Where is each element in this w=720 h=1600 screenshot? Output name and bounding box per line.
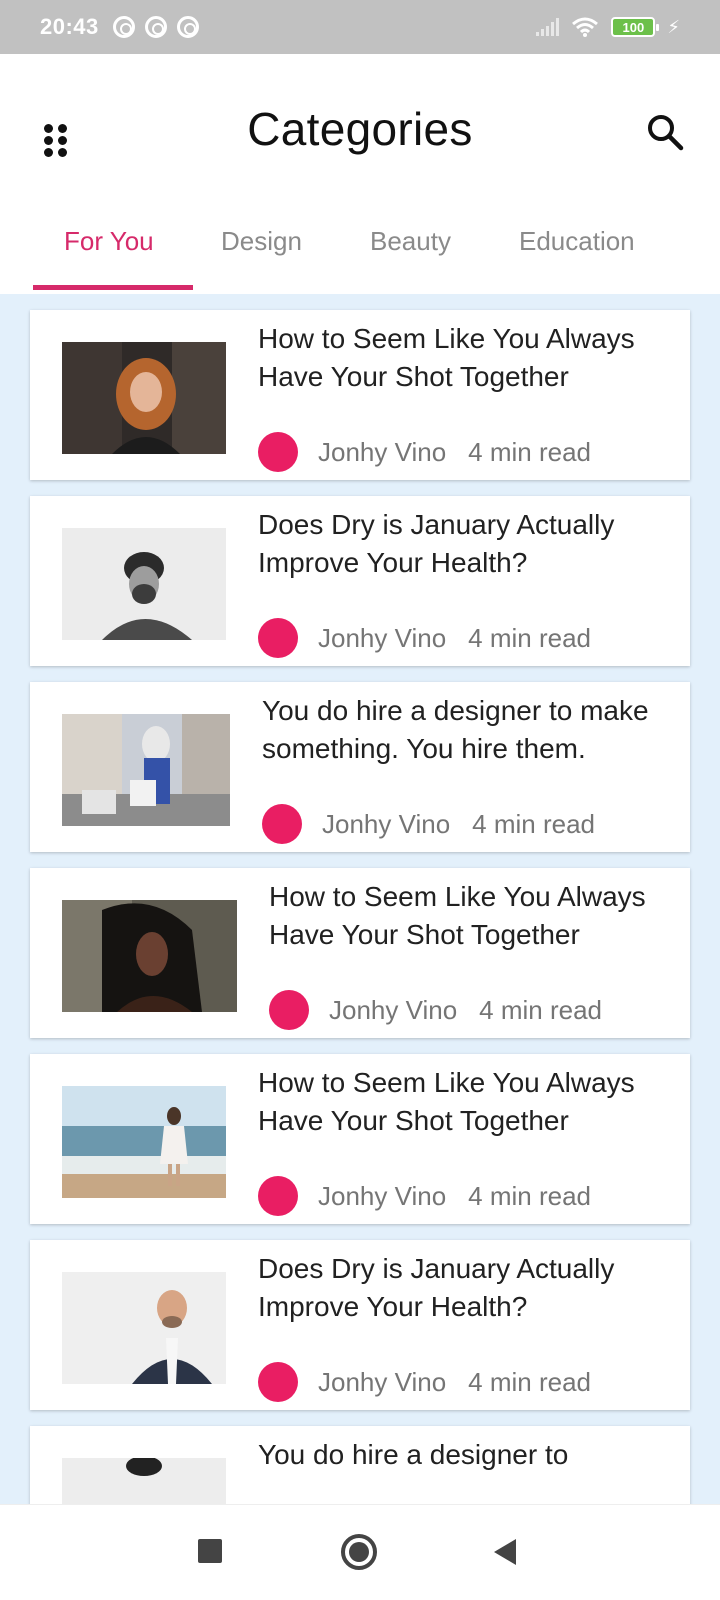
article-title[interactable]: Does Dry is January Actually Improve You… <box>258 506 670 582</box>
avatar <box>258 618 298 658</box>
screen: 20:43 100 ⚡ Categories For You Design Be… <box>0 0 720 1600</box>
avatar <box>269 990 309 1030</box>
article-thumbnail <box>62 900 237 1012</box>
author-name: Jonhy Vino <box>318 436 447 467</box>
author-name: Jonhy Vino <box>318 622 447 653</box>
category-tabs: For You Design Beauty Education <box>0 204 720 294</box>
search-icon[interactable] <box>645 112 685 152</box>
article-title[interactable]: Does Dry is January Actually Improve You… <box>258 1250 670 1326</box>
read-time: 4 min read <box>468 1366 592 1397</box>
charging-icon: ⚡ <box>667 16 680 37</box>
article-card[interactable]: Does Dry is January Actually Improve You… <box>30 1240 690 1410</box>
sync-icon <box>176 16 199 38</box>
avatar <box>262 804 302 844</box>
author-name: Jonhy Vino <box>318 1366 447 1397</box>
back-triangle-icon[interactable] <box>494 1539 516 1565</box>
tab-for-you[interactable]: For You <box>64 226 154 257</box>
status-time: 20:43 <box>40 14 99 39</box>
article-thumbnail <box>62 1086 226 1198</box>
author-name: Jonhy Vino <box>318 1180 447 1211</box>
tab-indicator <box>33 285 193 290</box>
article-list[interactable]: How to Seem Like You Always Have Your Sh… <box>0 294 720 1504</box>
article-meta: Jonhy Vino 4 min read <box>258 1176 591 1216</box>
status-icons-right: 100 ⚡ <box>536 16 680 38</box>
avatar <box>258 1362 298 1402</box>
article-card[interactable]: You do hire a designer to make something… <box>30 682 690 852</box>
article-thumbnail <box>62 1272 226 1384</box>
article-title[interactable]: You do hire a designer to make something… <box>262 692 670 768</box>
article-card[interactable]: How to Seem Like You Always Have Your Sh… <box>30 868 690 1038</box>
article-title[interactable]: How to Seem Like You Always Have Your Sh… <box>258 320 670 396</box>
tab-beauty[interactable]: Beauty <box>370 226 451 257</box>
article-thumbnail <box>62 714 230 826</box>
recents-square-icon[interactable] <box>198 1539 222 1563</box>
system-nav-bar <box>0 1504 720 1600</box>
article-meta: Jonhy Vino 4 min read <box>258 432 591 472</box>
article-thumbnail <box>62 1458 226 1504</box>
article-card[interactable]: How to Seem Like You Always Have Your Sh… <box>30 310 690 480</box>
tab-education[interactable]: Education <box>519 226 635 257</box>
article-meta: Jonhy Vino 4 min read <box>269 990 602 1030</box>
article-thumbnail <box>62 342 226 454</box>
author-name: Jonhy Vino <box>329 994 458 1025</box>
sync-icon <box>144 16 167 38</box>
battery-icon: 100 <box>611 17 660 37</box>
author-name: Jonhy Vino <box>322 808 451 839</box>
article-title[interactable]: How to Seem Like You Always Have Your Sh… <box>258 1064 670 1140</box>
article-card[interactable]: How to Seem Like You Always Have Your Sh… <box>30 1054 690 1224</box>
read-time: 4 min read <box>479 994 603 1025</box>
article-meta: Jonhy Vino 4 min read <box>258 1362 591 1402</box>
page-title: Categories <box>247 103 473 155</box>
avatar <box>258 432 298 472</box>
article-thumbnail <box>62 528 226 640</box>
article-title[interactable]: You do hire a designer to <box>258 1436 670 1474</box>
tab-design[interactable]: Design <box>221 226 302 257</box>
signal-icon <box>536 18 560 36</box>
home-circle-icon[interactable] <box>341 1534 377 1570</box>
article-title[interactable]: How to Seem Like You Always Have Your Sh… <box>269 878 670 954</box>
read-time: 4 min read <box>472 808 596 839</box>
article-meta: Jonhy Vino 4 min read <box>258 618 591 658</box>
app-bar: Categories <box>0 54 720 204</box>
status-bar: 20:43 100 ⚡ <box>0 0 720 54</box>
avatar <box>258 1176 298 1216</box>
read-time: 4 min read <box>468 622 592 653</box>
read-time: 4 min read <box>468 1180 592 1211</box>
read-time: 4 min read <box>468 436 592 467</box>
article-meta: Jonhy Vino 4 min read <box>262 804 595 844</box>
article-card[interactable]: You do hire a designer to <box>30 1426 690 1504</box>
status-icons-left <box>112 16 199 38</box>
wifi-icon <box>572 17 599 37</box>
alarm-icon <box>112 16 135 38</box>
article-card[interactable]: Does Dry is January Actually Improve You… <box>30 496 690 666</box>
